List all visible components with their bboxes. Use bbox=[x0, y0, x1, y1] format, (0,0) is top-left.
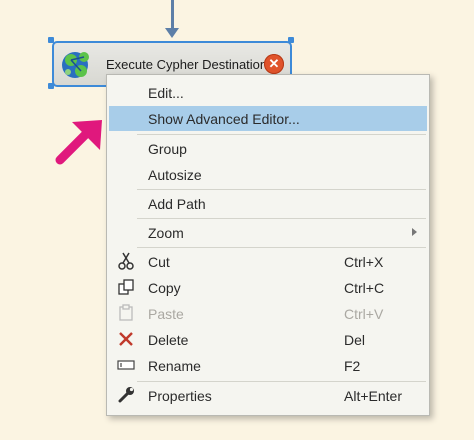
menu-item-properties[interactable]: Properties Alt+Enter bbox=[109, 383, 427, 408]
menu-item-shortcut: Ctrl+C bbox=[344, 280, 385, 296]
menu-item-delete[interactable]: Delete Del bbox=[109, 327, 427, 352]
delete-x-icon bbox=[119, 332, 133, 346]
menu-item-label: Delete bbox=[148, 332, 189, 348]
resize-handle-top-left[interactable] bbox=[48, 37, 54, 43]
menu-separator bbox=[137, 134, 426, 135]
menu-item-label: Add Path bbox=[148, 196, 206, 212]
menu-item-label: Zoom bbox=[148, 225, 184, 241]
menu-item-shortcut: Del bbox=[344, 332, 366, 348]
menu-separator bbox=[137, 218, 426, 219]
menu-item-label: Cut bbox=[148, 254, 170, 270]
menu-item-shortcut: Ctrl+V bbox=[344, 306, 384, 322]
resize-handle-bottom-left[interactable] bbox=[48, 83, 54, 89]
menu-item-add-path[interactable]: Add Path bbox=[109, 191, 427, 216]
menu-item-shortcut: Ctrl+X bbox=[344, 254, 384, 270]
connector-arrowhead bbox=[165, 28, 179, 38]
menu-item-zoom[interactable]: Zoom bbox=[109, 220, 427, 245]
copy-icon bbox=[118, 279, 134, 295]
menu-item-label: Show Advanced Editor... bbox=[148, 111, 300, 127]
error-icon[interactable]: ✕ bbox=[264, 54, 284, 74]
resize-handle-top-right[interactable] bbox=[288, 37, 294, 43]
submenu-arrow-icon bbox=[412, 228, 417, 236]
neo4j-graph-icon bbox=[62, 52, 89, 78]
annotation-arrow-icon bbox=[55, 120, 102, 165]
scissors-icon bbox=[118, 252, 134, 270]
menu-item-label: Rename bbox=[148, 358, 201, 374]
menu-item-group[interactable]: Group bbox=[109, 136, 427, 161]
menu-item-label: Group bbox=[148, 141, 187, 157]
menu-item-label: Paste bbox=[148, 306, 184, 322]
menu-separator bbox=[137, 247, 426, 248]
menu-item-label: Copy bbox=[148, 280, 181, 296]
connector-line bbox=[171, 0, 174, 30]
menu-item-edit[interactable]: Edit... bbox=[109, 80, 427, 105]
context-menu: Edit... Show Advanced Editor... Group Au… bbox=[106, 74, 430, 416]
task-label: Execute Cypher Destination bbox=[106, 57, 268, 72]
menu-item-label: Edit... bbox=[148, 85, 184, 101]
menu-item-shortcut: Alt+Enter bbox=[344, 388, 402, 404]
menu-item-label: Properties bbox=[148, 388, 212, 404]
menu-separator bbox=[137, 381, 426, 382]
menu-item-autosize[interactable]: Autosize bbox=[109, 162, 427, 187]
wrench-icon bbox=[118, 387, 134, 403]
menu-item-cut[interactable]: Cut Ctrl+X bbox=[109, 249, 427, 274]
menu-item-paste[interactable]: Paste Ctrl+V bbox=[109, 301, 427, 326]
menu-item-rename[interactable]: Rename F2 bbox=[109, 353, 427, 378]
menu-item-copy[interactable]: Copy Ctrl+C bbox=[109, 275, 427, 300]
paste-icon bbox=[119, 304, 133, 321]
rename-icon bbox=[117, 360, 135, 370]
menu-item-show-advanced-editor[interactable]: Show Advanced Editor... bbox=[109, 106, 427, 131]
menu-separator bbox=[137, 189, 426, 190]
menu-item-shortcut: F2 bbox=[344, 358, 361, 374]
menu-item-label: Autosize bbox=[148, 167, 202, 183]
